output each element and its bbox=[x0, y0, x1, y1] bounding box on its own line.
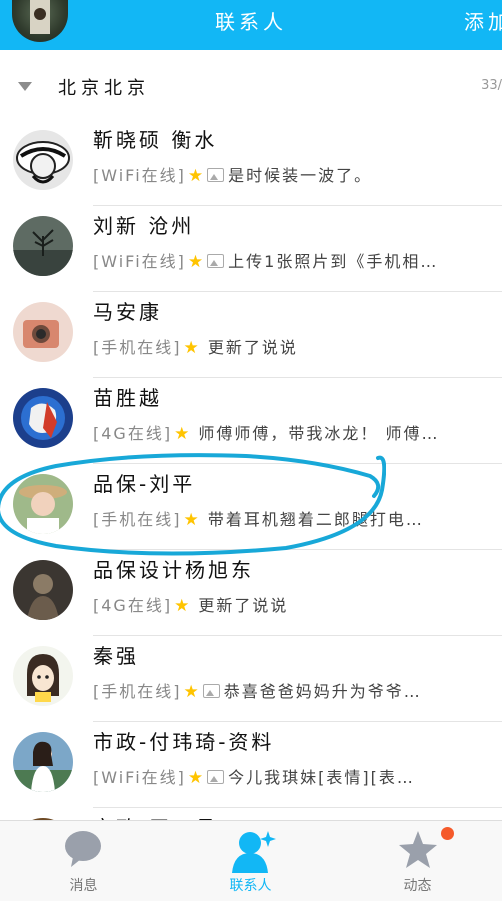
contacts-person-icon bbox=[232, 831, 276, 873]
avatar bbox=[13, 388, 73, 448]
status-message: 更新了说说 bbox=[198, 596, 289, 615]
online-status: [手机在线] bbox=[93, 338, 182, 357]
contact-status: [4G在线] ★ 师傅师傅，带我冰龙！ 师傅… bbox=[93, 420, 440, 444]
online-status: [WiFi在线] bbox=[93, 768, 186, 787]
contact-name: 刘新 沧州 bbox=[93, 214, 195, 238]
online-status: [WiFi在线] bbox=[93, 252, 186, 271]
star-icon bbox=[399, 831, 437, 868]
contact-name: 苗胜越 bbox=[93, 386, 162, 410]
contact-row[interactable]: 刘新 沧州 [WiFi在线] ★ 上传1张照片到《手机相… bbox=[0, 206, 502, 292]
group-header-beijing[interactable]: 北京北京 33/ bbox=[0, 50, 502, 120]
tab-label: 动态 bbox=[403, 878, 432, 894]
group-count: 33/ bbox=[481, 78, 502, 93]
vip-star-icon: ★ bbox=[183, 338, 201, 358]
tab-label: 联系人 bbox=[229, 878, 272, 894]
contact-name: 品保设计杨旭东 bbox=[93, 558, 254, 582]
contact-status: [WiFi在线] ★ 今儿我琪妹[表情][表… bbox=[93, 764, 415, 788]
vip-star-icon: ★ bbox=[187, 166, 206, 186]
collapse-triangle-icon bbox=[18, 82, 32, 91]
online-status: [4G在线] bbox=[93, 424, 173, 443]
vip-star-icon: ★ bbox=[187, 768, 206, 788]
tab-label: 消息 bbox=[69, 878, 98, 894]
status-message: 师傅师傅，带我冰龙！ 师傅… bbox=[198, 424, 440, 443]
photo-icon bbox=[207, 168, 225, 182]
page-title: 联系人 bbox=[215, 10, 287, 34]
online-status: [WiFi在线] bbox=[93, 166, 186, 185]
add-contact-button[interactable]: 添加 bbox=[464, 6, 502, 35]
contact-row[interactable]: 秦强 [手机在线] ★ 恭喜爸爸妈妈升为爷爷… bbox=[0, 636, 502, 722]
avatar bbox=[13, 732, 73, 792]
online-status: [手机在线] bbox=[93, 682, 182, 701]
contact-row[interactable]: 市政-王二月 bbox=[0, 808, 502, 820]
contact-status: [WiFi在线] ★ 上传1张照片到《手机相… bbox=[93, 248, 438, 272]
tab-feeds[interactable]: 动态 bbox=[334, 821, 501, 901]
status-message: 今儿我琪妹[表情][表… bbox=[228, 768, 415, 787]
vip-star-icon: ★ bbox=[183, 682, 201, 702]
tab-messages[interactable]: 消息 bbox=[0, 821, 167, 901]
status-message: 更新了说说 bbox=[207, 338, 298, 357]
annotation-circle bbox=[0, 453, 386, 556]
contact-status: [WiFi在线] ★ 是时候装一波了。 bbox=[93, 162, 372, 186]
chat-bubble-icon bbox=[65, 831, 101, 867]
contact-name: 市政-付玮琦-资料 bbox=[93, 730, 275, 754]
vip-star-icon: ★ bbox=[174, 424, 192, 444]
contact-status: [手机在线] ★ 恭喜爸爸妈妈升为爷爷… bbox=[93, 678, 422, 702]
status-message: 上传1张照片到《手机相… bbox=[228, 252, 439, 271]
online-status: [4G在线] bbox=[93, 596, 173, 615]
contact-name: 马安康 bbox=[93, 300, 162, 324]
avatar bbox=[13, 302, 73, 362]
notification-dot bbox=[441, 827, 454, 840]
contact-name: 市政-王二月 bbox=[93, 812, 218, 820]
status-message: 恭喜爸爸妈妈升为爷爷… bbox=[223, 682, 422, 701]
top-bar: 联系人 添加 bbox=[0, 0, 502, 50]
contact-name: 秦强 bbox=[93, 644, 139, 668]
contact-name: 靳晓硕 衡水 bbox=[93, 128, 218, 152]
contact-row[interactable]: 马安康 [手机在线] ★ 更新了说说 bbox=[0, 292, 502, 378]
bottom-tab-bar: 消息 联系人 动态 bbox=[0, 820, 502, 901]
photo-icon bbox=[207, 254, 225, 268]
status-message: 是时候装一波了。 bbox=[228, 166, 373, 185]
avatar bbox=[13, 646, 73, 706]
avatar bbox=[13, 216, 73, 276]
tab-contacts[interactable]: 联系人 bbox=[167, 821, 334, 901]
contact-row[interactable]: 市政-付玮琦-资料 [WiFi在线] ★ 今儿我琪妹[表情][表… bbox=[0, 722, 502, 808]
group-name: 北京北京 bbox=[58, 78, 150, 99]
contact-row[interactable]: 靳晓硕 衡水 [WiFi在线] ★ 是时候装一波了。 bbox=[0, 120, 502, 206]
vip-star-icon: ★ bbox=[187, 252, 206, 272]
avatar bbox=[13, 130, 73, 190]
avatar bbox=[13, 560, 73, 620]
contact-status: [手机在线] ★ 更新了说说 bbox=[93, 334, 298, 358]
vip-star-icon: ★ bbox=[174, 596, 192, 616]
contact-status: [4G在线] ★ 更新了说说 bbox=[93, 592, 288, 616]
photo-icon bbox=[202, 684, 220, 698]
contact-row[interactable]: 品保设计杨旭东 [4G在线] ★ 更新了说说 bbox=[0, 550, 502, 636]
photo-icon bbox=[207, 770, 225, 784]
